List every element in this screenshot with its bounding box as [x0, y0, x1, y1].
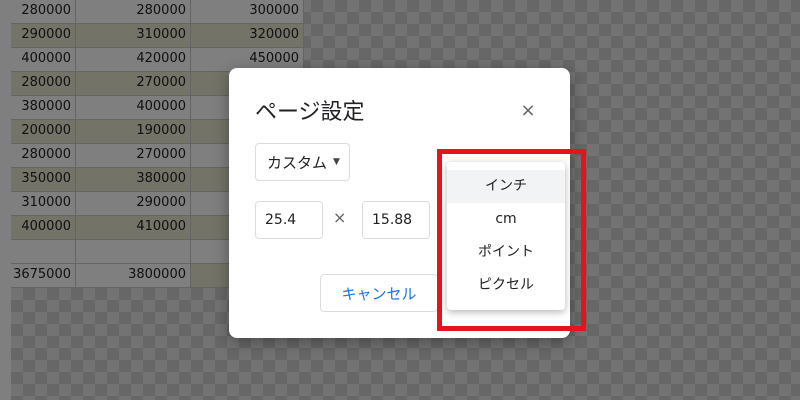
annotation-highlight-box: [437, 149, 586, 331]
preset-label: カスタム: [267, 153, 328, 172]
cancel-button[interactable]: キャンセル: [320, 274, 438, 312]
close-icon: ×: [520, 99, 536, 121]
times-icon: ×: [333, 208, 347, 227]
close-button[interactable]: ×: [514, 96, 542, 124]
page-size-preset-dropdown[interactable]: カスタム ▼: [255, 143, 350, 181]
width-input[interactable]: 25.4: [255, 201, 323, 239]
chevron-down-icon: ▼: [333, 157, 340, 167]
dialog-title: ページ設定: [255, 100, 365, 125]
height-input[interactable]: 15.88: [362, 201, 430, 239]
